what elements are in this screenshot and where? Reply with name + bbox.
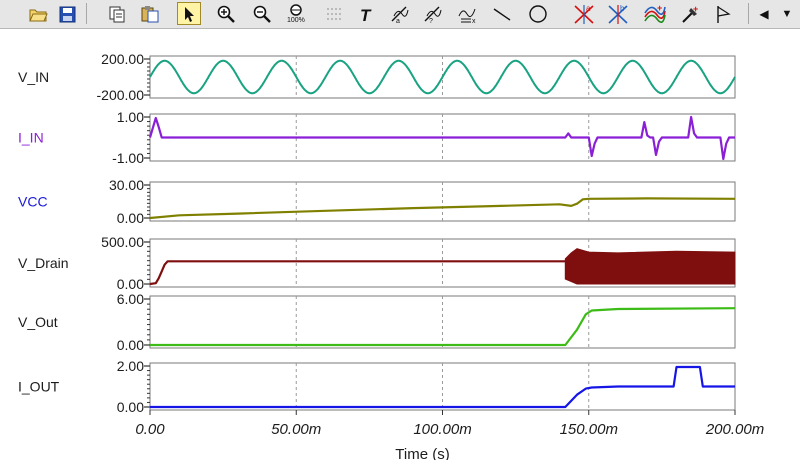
- zoom-100-label: 100%: [287, 17, 305, 24]
- scroll-right-button[interactable]: ▼: [778, 2, 796, 25]
- x-tick-label: 0.00: [135, 421, 165, 438]
- toolbar: 100% T a ? x a b + + ◀ ▼: [0, 0, 800, 29]
- series-v-drain-band: [564, 248, 736, 285]
- scroll-down-arrow-icon: ▼: [781, 7, 793, 20]
- x-tick-label: 50.00m: [271, 421, 321, 438]
- svg-text:+: +: [693, 4, 698, 14]
- y-tick-label: 0.00: [117, 210, 144, 226]
- y-tick-label: 1.00: [117, 109, 144, 125]
- paste-icon[interactable]: [138, 2, 162, 25]
- svg-text:a: a: [586, 4, 591, 13]
- panel-label-i-out: I_OUT: [18, 379, 60, 395]
- add-curves-icon[interactable]: +: [643, 2, 667, 25]
- line-tool-icon[interactable]: [490, 2, 514, 25]
- x-axis-label: Time (s): [395, 446, 449, 460]
- waveform-chart-area[interactable]: 200.00 -200.00 V_IN 1.00 -1.00 I_IN 30.00 0.00 V…: [0, 29, 800, 463]
- x-tick-label: 100.00m: [413, 421, 471, 438]
- waveform-chart: 200.00 -200.00 V_IN 1.00 -1.00 I_IN 30.00 0.00 V…: [18, 51, 764, 463]
- scroll-left-arrow-icon: ◀: [759, 6, 769, 21]
- color-picker-icon[interactable]: +: [678, 2, 702, 25]
- svg-text:?: ?: [429, 18, 433, 24]
- x-tick-label: 150.00m: [560, 421, 618, 438]
- y-tick-label: 30.00: [109, 177, 144, 193]
- save-disk-icon[interactable]: [55, 2, 79, 25]
- marker-b-icon[interactable]: b: [607, 2, 631, 25]
- copy-icon[interactable]: [105, 2, 129, 25]
- circle-tool-icon[interactable]: [526, 2, 550, 25]
- cursor-b-icon[interactable]: ?: [421, 2, 445, 25]
- y-tick-label: 0.00: [117, 276, 144, 292]
- open-folder-icon[interactable]: [26, 2, 50, 25]
- y-tick-label: 500.00: [101, 234, 144, 250]
- panel-label-i-in: I_IN: [18, 130, 44, 146]
- panel-label-vcc: VCC: [18, 194, 48, 210]
- svg-text:T: T: [360, 6, 372, 23]
- grid-dots-icon[interactable]: [321, 2, 345, 25]
- marker-a-icon[interactable]: a: [573, 2, 597, 25]
- panel-label-v-out: V_Out: [18, 314, 58, 330]
- svg-text:a: a: [396, 18, 400, 24]
- scroll-left-button[interactable]: ◀: [755, 2, 773, 25]
- svg-text:b: b: [620, 4, 625, 13]
- zoom-out-icon[interactable]: [250, 2, 274, 25]
- x-tick-label: 200.00m: [705, 421, 764, 438]
- panel-label-v-drain: V_Drain: [18, 255, 69, 271]
- y-tick-label: 200.00: [101, 51, 144, 67]
- y-tick-label: 0.00: [117, 399, 144, 415]
- y-tick-label: -1.00: [112, 150, 144, 166]
- svg-text:+: +: [657, 3, 662, 13]
- zoom-100-icon[interactable]: 100%: [285, 2, 309, 25]
- flag-icon[interactable]: [712, 2, 736, 25]
- y-tick-label: -200.00: [97, 87, 145, 103]
- y-tick-label: 0.00: [117, 337, 144, 353]
- panel-label-v-in: V_IN: [18, 69, 49, 85]
- text-tool-icon[interactable]: T: [355, 2, 379, 25]
- y-tick-label: 2.00: [117, 358, 144, 374]
- y-tick-label: 6.00: [117, 291, 144, 307]
- svg-text:x: x: [472, 18, 476, 24]
- zoom-in-icon[interactable]: [214, 2, 238, 25]
- select-pointer-icon[interactable]: [177, 2, 201, 25]
- formula-icon[interactable]: x: [456, 2, 480, 25]
- cursor-a-icon[interactable]: a: [388, 2, 412, 25]
